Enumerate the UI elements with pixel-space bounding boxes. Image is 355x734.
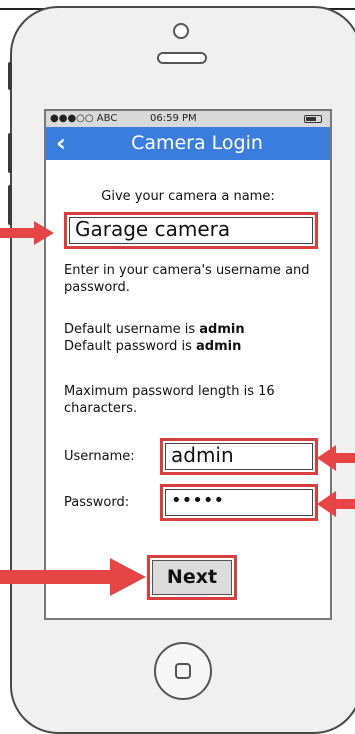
camera-name-input[interactable]: Garage camera <box>69 217 313 244</box>
instructions-text: Enter in your camera's username and pass… <box>64 263 310 295</box>
phone-side-button-middle <box>8 133 12 173</box>
default-password-value: admin <box>196 339 242 354</box>
username-label: Username: <box>64 449 135 464</box>
home-button-icon[interactable] <box>154 642 212 700</box>
speaker-grille <box>157 52 207 64</box>
home-square-icon <box>175 663 191 679</box>
username-input[interactable]: admin <box>165 443 313 470</box>
name-prompt: Give your camera a name: <box>101 189 275 204</box>
password-label: Password: <box>64 495 130 510</box>
status-bar: ●●●○○ ABC 06:59 PM <box>46 111 330 127</box>
phone-side-button-top <box>8 62 12 90</box>
camera-name-highlight: Garage camera <box>64 212 318 249</box>
default-password-prefix: Default password is <box>64 339 196 354</box>
battery-icon <box>304 115 322 123</box>
nav-bar: ‹ Camera Login <box>46 127 330 160</box>
callout-arrow-icon <box>0 558 146 596</box>
password-highlight: ••••• <box>160 484 318 521</box>
page-title: Camera Login <box>131 132 263 154</box>
front-camera-icon <box>173 23 189 39</box>
status-time: 06:59 PM <box>150 113 197 124</box>
default-username-prefix: Default username is <box>64 322 200 337</box>
username-highlight: admin <box>160 438 318 475</box>
default-password-line: Default password is admin <box>64 338 322 355</box>
default-username-value: admin <box>199 322 245 337</box>
carrier-signal: ●●●○○ ABC <box>50 113 118 124</box>
phone-screen: ●●●○○ ABC 06:59 PM ‹ Camera Login Give y… <box>44 109 332 620</box>
max-length-note: Maximum password length is 16 characters… <box>64 384 275 416</box>
next-button[interactable]: Next <box>152 560 232 595</box>
callout-arrow-icon <box>317 445 355 471</box>
next-highlight: Next <box>147 555 237 600</box>
password-input[interactable]: ••••• <box>165 489 313 516</box>
callout-arrow-icon <box>317 491 355 517</box>
callout-arrow-icon <box>0 221 54 245</box>
default-username-line: Default username is admin <box>64 321 322 338</box>
